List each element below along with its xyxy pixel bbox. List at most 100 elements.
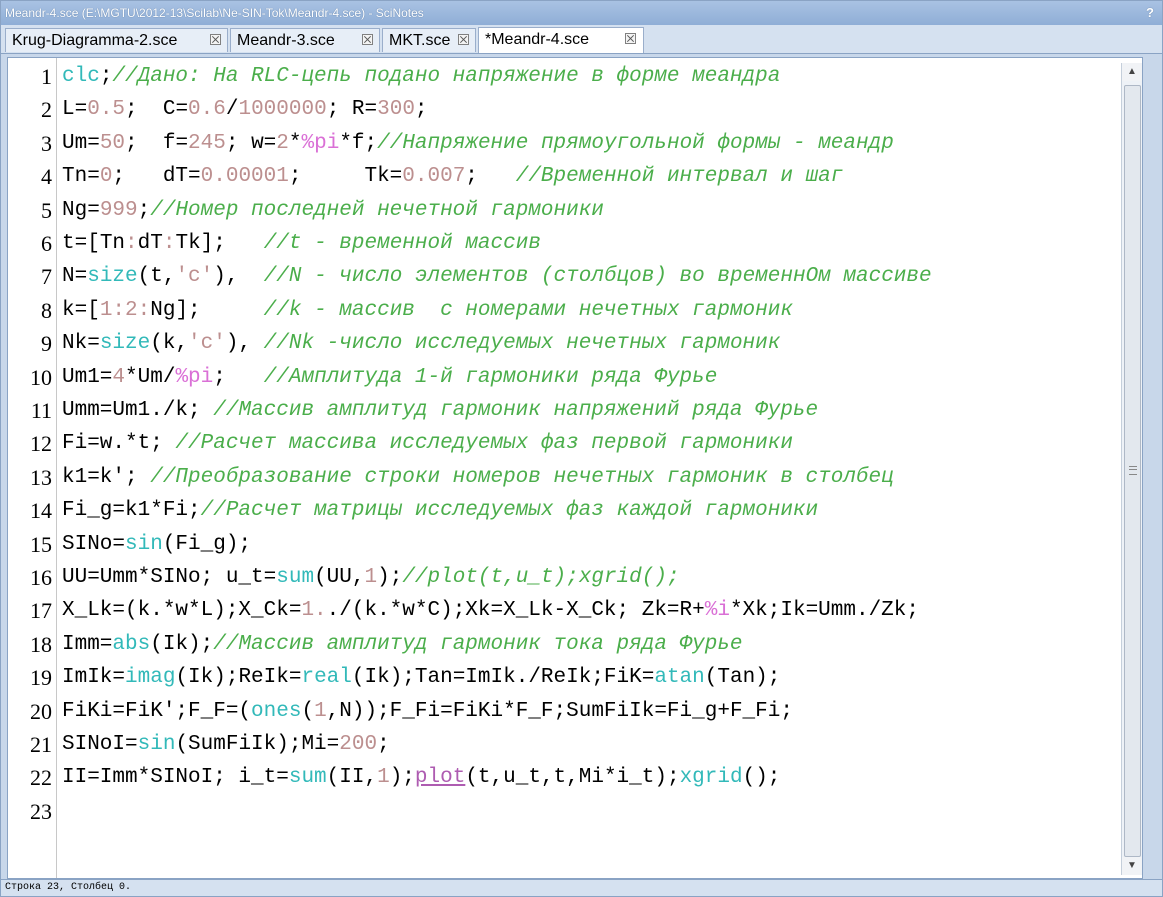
code-token: (Ik); — [150, 632, 214, 656]
scroll-down-icon[interactable]: ▼ — [1122, 857, 1142, 875]
code-token: ); — [389, 766, 415, 790]
code-token: *Xk;Ik=Umm./Zk; — [729, 599, 919, 623]
code-line[interactable]: Um=50; f=245; w=2*%pi*f;//Напряжение пря… — [62, 127, 894, 160]
code-line[interactable]: SINo=sin(Fi_g); — [62, 528, 251, 561]
code-token: : — [162, 232, 176, 255]
code-line[interactable]: N=size(t,'c'), //N - число элементов (ст… — [62, 260, 932, 293]
code-token: * — [288, 131, 302, 155]
code-token: 1 — [99, 298, 113, 322]
line-number: 3 — [41, 130, 52, 156]
code-token: t=[ — [62, 232, 100, 255]
help-icon[interactable]: ? — [1146, 1, 1154, 25]
code-token: (t, — [137, 265, 176, 289]
tab-krug-diagramma-2[interactable]: Krug-Diagramma-2.sce — [5, 28, 228, 52]
code-line[interactable]: clc;//Дано: На RLC-цепь подано напряжени… — [62, 60, 780, 93]
code-line[interactable]: FiKi=FiK';F_F=(ones(1,N));F_Fi=FiKi*F_F;… — [62, 695, 793, 728]
code-token: 2 — [125, 298, 138, 322]
code-token: (); — [742, 766, 781, 790]
code-token: ImIk= — [62, 666, 126, 690]
code-token: //Массив амплитуд гармоник тока ряда Фур… — [213, 632, 743, 656]
code-token: SINo= — [62, 532, 126, 556]
close-icon[interactable] — [458, 34, 469, 45]
code-token: 1000000 — [238, 98, 327, 122]
code-line[interactable]: Imm=abs(Ik);//Массив амплитуд гармоник т… — [62, 628, 743, 661]
code-line[interactable]: UU=Umm*SINo; u_t=sum(UU,1);//plot(t,u_t)… — [62, 561, 680, 594]
tab-mkt[interactable]: MKT.sce — [382, 28, 476, 52]
scroll-up-icon[interactable]: ▲ — [1122, 63, 1142, 81]
code-token: //Nk -число исследуемых нечетных гармони… — [263, 332, 781, 356]
code-token: (t,u_t,t,Mi*i_t); — [465, 766, 680, 790]
code-token: size — [87, 265, 138, 289]
code-token: 2 — [276, 131, 289, 155]
code-token: ); — [377, 566, 403, 589]
code-line[interactable]: ImIk=imag(Ik);ReIk=real(Ik);Tan=ImIk./Re… — [62, 661, 780, 694]
code-line[interactable]: Um1=4*Um/%pi; //Амплитуда 1-й гармоники … — [62, 361, 717, 394]
code-line[interactable]: L=0.5; C=0.6/1000000; R=300; — [62, 93, 428, 126]
close-icon[interactable] — [625, 33, 636, 44]
tab-meandr-3[interactable]: Meandr-3.sce — [230, 28, 380, 52]
window-title: Meandr-4.sce (E:\MGTU\2012-13\Scilab\Ne-… — [5, 6, 424, 20]
code-editor[interactable]: 1 2 3 4 5 6 7 8 9 10 11 12 13 14 15 16 17 18 19 20 21 22 23 cl… — [7, 57, 1143, 879]
code-token: xgrid — [679, 766, 743, 790]
line-number: 22 — [30, 765, 52, 791]
code-token: //Номер последней нечетной гармоники — [150, 198, 604, 222]
code-token: ; Tk= — [288, 165, 403, 189]
code-token: / — [225, 98, 239, 122]
code-line[interactable]: Fi=w.*t; //Расчет массива исследуемых фа… — [62, 427, 793, 460]
tab-meandr-4[interactable]: *Meandr-4.sce — [478, 27, 644, 53]
code-token: real — [301, 666, 352, 690]
code-line[interactable]: Ng=999;//Номер последней нечетной гармон… — [62, 194, 604, 227]
code-token: Fi_g=k1*Fi; — [62, 499, 201, 523]
code-token: sin — [137, 733, 176, 756]
code-token: ), — [213, 265, 264, 289]
code-line[interactable]: Nk=size(k,'c'), //Nk -число исследуемых … — [62, 327, 780, 360]
code-token: //Расчет матрицы исследуемых фаз каждой … — [200, 499, 819, 523]
code-token: sin — [125, 532, 163, 556]
code-token: N= — [62, 265, 88, 289]
code-line[interactable]: Tn=0; dT=0.00001; Tk=0.007; //Временной … — [62, 160, 843, 193]
cursor-position: Строка 23, Столбец 0. — [5, 882, 132, 893]
line-number: 7 — [41, 264, 52, 290]
code-token: //Дано: На RLC-цепь подано напряжение в … — [112, 65, 781, 88]
code-token: (Ik);Tan=ImIk./ReIk;FiK= — [351, 666, 655, 690]
line-number: 11 — [30, 398, 52, 423]
code-line[interactable]: t=[Tn:dT:Tk]; //t - временной массив — [62, 227, 541, 260]
line-number: 13 — [30, 464, 52, 490]
code-token: (Ik);ReIk= — [175, 666, 302, 690]
code-token: //Амплитуда 1-й гармоники ряда Фурье — [263, 365, 718, 389]
code-token: ; f= — [125, 131, 189, 155]
scroll-thumb[interactable] — [1124, 85, 1141, 857]
code-line[interactable]: Umm=Um1./k; //Массив амплитуд гармоник н… — [62, 394, 818, 427]
code-token: ; dT= — [112, 165, 201, 189]
code-token: dT — [137, 232, 163, 255]
code-token: 0.6 — [188, 98, 226, 122]
code-token: ; — [465, 165, 516, 189]
code-line[interactable]: k1=k'; //Преобразование строки номеров н… — [62, 461, 894, 494]
code-token: 0.00001 — [200, 165, 289, 189]
code-token: FiKi=FiK';F_F=( — [62, 699, 252, 723]
line-number: 18 — [30, 631, 52, 657]
code-line[interactable]: SINoI=sin(SumFiIk);Mi=200; — [62, 728, 390, 761]
code-line[interactable]: Fi_g=k1*Fi;//Расчет матрицы исследуемых … — [62, 494, 818, 527]
code-line[interactable]: X_Lk=(k.*w*L);X_Ck=1../(k.*w*C);Xk=X_Lk-… — [62, 594, 919, 627]
close-icon[interactable] — [210, 34, 221, 45]
code-token: L= — [62, 98, 88, 122]
status-bar: Строка 23, Столбец 0. — [1, 879, 1162, 896]
code-token: ./(k.*w*C);Xk=X_Lk-X_Ck; Zk=R+ — [326, 599, 705, 623]
tab-label: Krug-Diagramma-2.sce — [12, 32, 178, 49]
line-number: 21 — [30, 732, 52, 757]
code-token: clc — [62, 65, 100, 88]
code-token: X_Lk=(k.*w*L);X_Ck= — [62, 599, 302, 623]
code-line[interactable]: II=Imm*SINoI; i_t=sum(II,1);plot(t,u_t,t… — [62, 761, 780, 794]
code-token: //Массив амплитуд гармоник напряжений ря… — [213, 399, 819, 422]
line-number: 19 — [30, 665, 52, 691]
close-icon[interactable] — [362, 34, 373, 45]
tab-label: *Meandr-4.sce — [485, 31, 590, 48]
code-token: 50 — [99, 131, 126, 155]
code-token: (UU, — [314, 566, 365, 589]
code-token: sum — [288, 766, 327, 790]
code-line[interactable]: k=[1:2:Ng]; //k - массив с номерами нече… — [62, 294, 793, 327]
code-token[interactable]: plot — [415, 766, 465, 789]
code-token: ; — [414, 98, 428, 122]
vertical-scrollbar[interactable]: ▲ ▼ — [1121, 63, 1142, 875]
